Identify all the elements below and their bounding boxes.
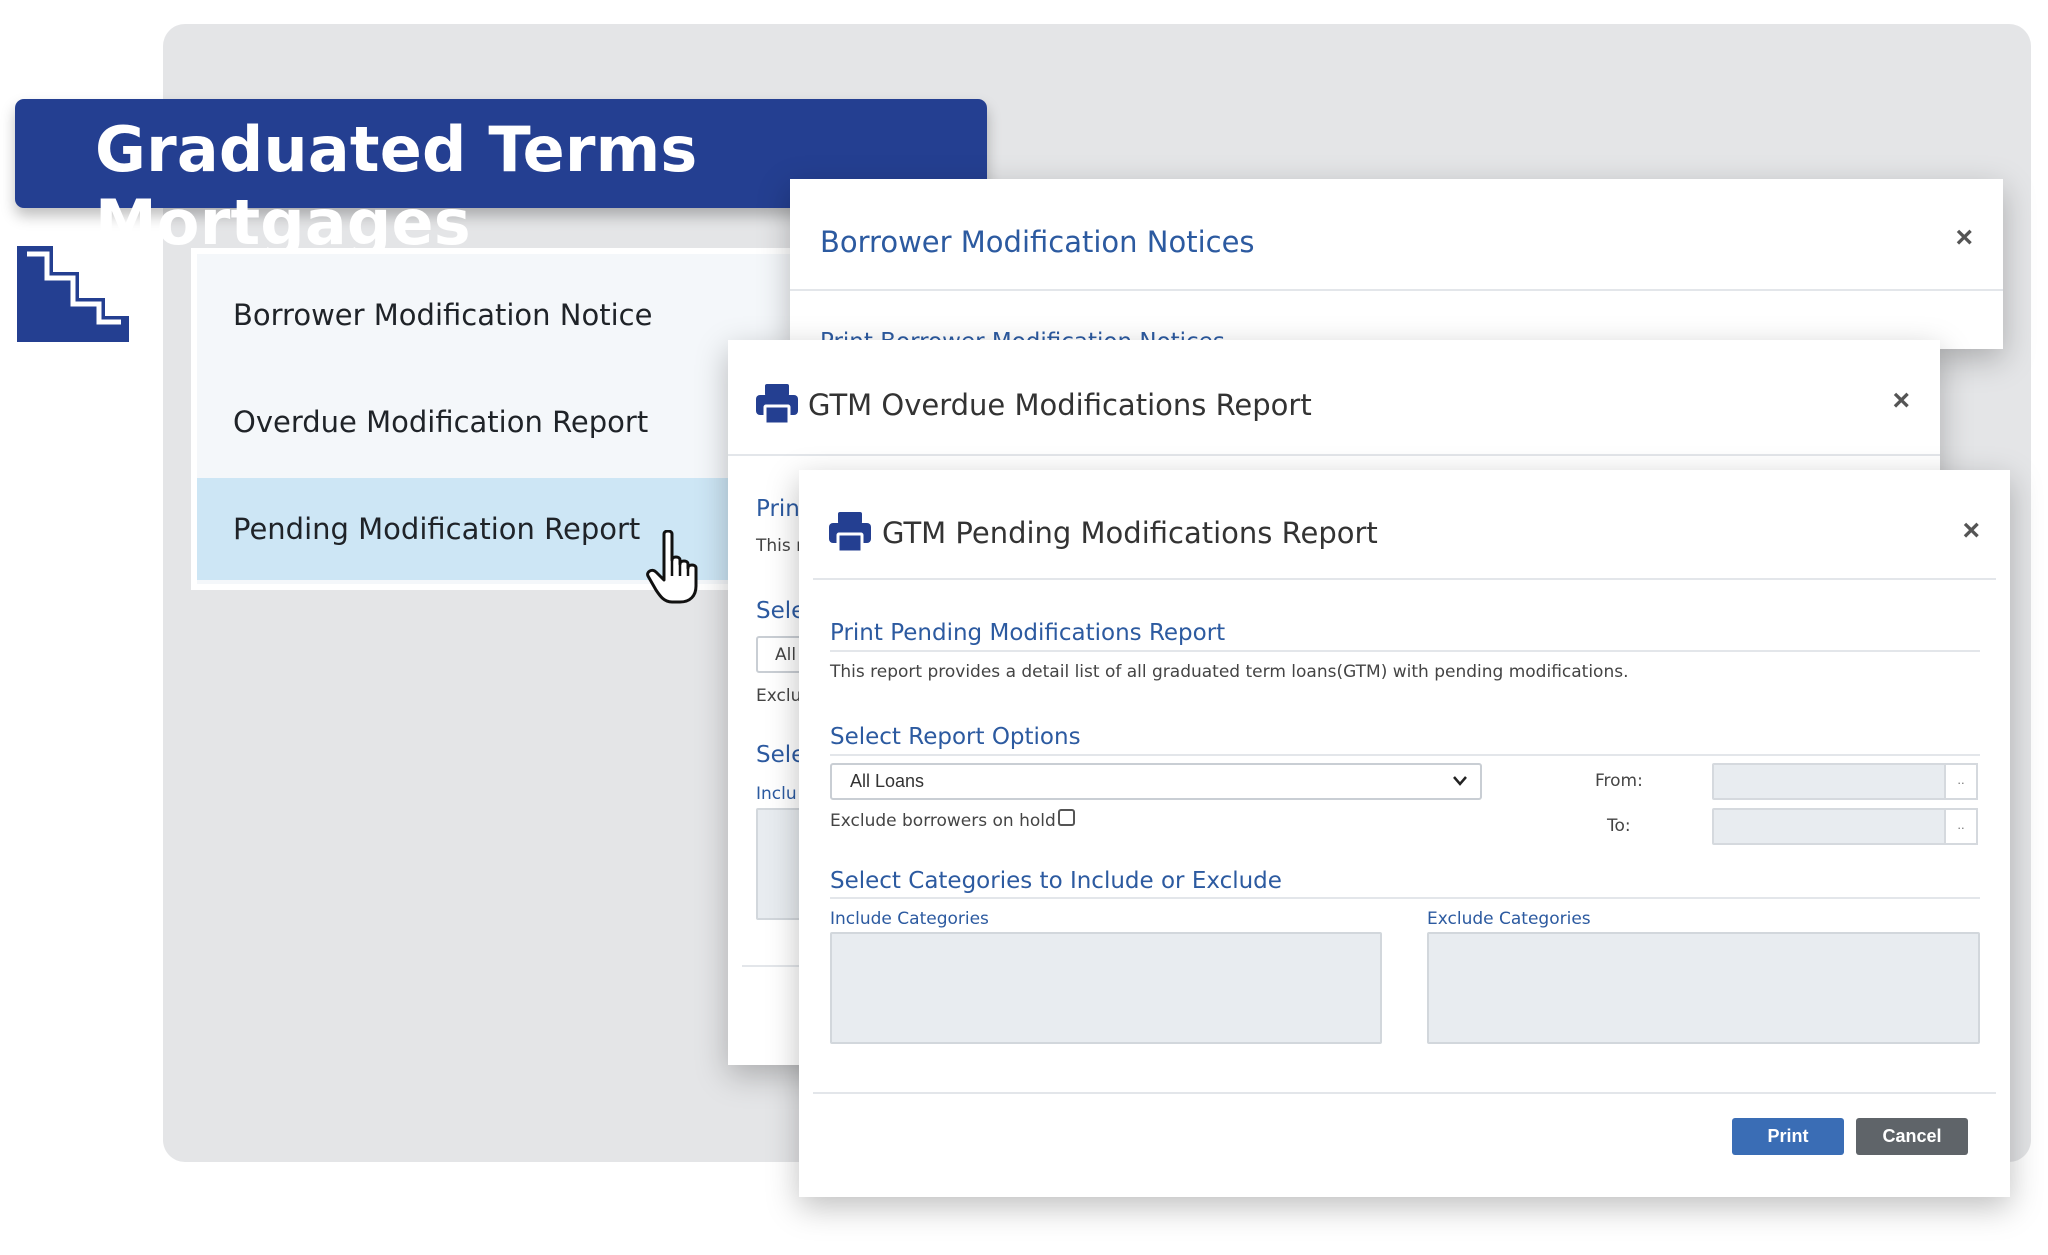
header-divider (813, 578, 1996, 580)
gtm-pending-modifications-dialog: GTM Pending Modifications Report × Print… (799, 470, 2010, 1197)
menu-item-pending-modification-report[interactable]: Pending Modification Report (197, 478, 805, 580)
section-divider (830, 650, 1980, 652)
description-fragment: This r (756, 536, 804, 556)
report-menu: Borrower Modification Notice Overdue Mod… (191, 248, 811, 590)
dialog-header: GTM Overdue Modifications Report × (728, 340, 1940, 456)
cancel-button[interactable]: Cancel (1856, 1118, 1968, 1155)
stairs-icon (17, 246, 129, 342)
select-value: All Loans (850, 771, 925, 791)
printer-icon (756, 384, 798, 424)
footer-divider (742, 965, 802, 967)
exclude-label-fragment: Exclu (756, 686, 802, 706)
include-label-fragment: Inclu (756, 784, 797, 804)
dialog-header: GTM Pending Modifications Report × (799, 470, 2010, 580)
include-categories-label: Include Categories (830, 909, 989, 929)
chevron-down-icon (1453, 776, 1467, 786)
print-heading-fragment: Prin (756, 496, 800, 522)
to-date-input[interactable] (1712, 808, 1946, 845)
section-divider (830, 754, 1980, 756)
menu-item-overdue-modification-report[interactable]: Overdue Modification Report (197, 371, 805, 473)
dialog-title: Borrower Modification Notices (820, 225, 1255, 259)
borrower-modification-notices-dialog: Borrower Modification Notices × Print Bo… (790, 179, 2003, 349)
to-label: To: (1607, 816, 1631, 836)
dialog-title: GTM Pending Modifications Report (882, 516, 1378, 550)
footer-divider (813, 1092, 1996, 1094)
options-heading-fragment: Sele (756, 598, 806, 624)
categories-heading-fragment: Sele (756, 742, 806, 768)
menu-item-borrower-modification-notice[interactable]: Borrower Modification Notice (197, 264, 805, 366)
categories-heading: Select Categories to Include or Exclude (830, 868, 1282, 894)
select-value-fragment: All (775, 645, 797, 665)
exclude-hold-label: Exclude borrowers on hold (830, 811, 1056, 831)
exclude-categories-label: Exclude Categories (1427, 909, 1591, 929)
menu-item-label: Borrower Modification Notice (233, 298, 653, 332)
loan-type-select[interactable]: All Loans (830, 763, 1482, 800)
exclude-categories-list[interactable] (1427, 932, 1980, 1044)
close-icon[interactable]: × (1892, 384, 1910, 418)
print-heading: Print Pending Modifications Report (830, 620, 1226, 646)
dialog-title: GTM Overdue Modifications Report (808, 388, 1312, 422)
section-divider (830, 897, 1980, 899)
from-date-picker-button[interactable]: .. (1944, 763, 1978, 800)
exclude-hold-checkbox[interactable] (1058, 809, 1075, 826)
dialog-header: Borrower Modification Notices × (790, 179, 2003, 291)
include-categories-list[interactable] (830, 932, 1382, 1044)
report-description: This report provides a detail list of al… (830, 662, 1629, 682)
hand-cursor-icon (646, 530, 698, 604)
close-icon[interactable]: × (1955, 221, 1973, 255)
menu-item-label: Overdue Modification Report (233, 405, 649, 439)
from-date-input[interactable] (1712, 763, 1946, 800)
close-icon[interactable]: × (1962, 514, 1980, 548)
printer-icon (829, 512, 871, 552)
to-date-picker-button[interactable]: .. (1944, 808, 1978, 845)
print-button[interactable]: Print (1732, 1118, 1844, 1155)
menu-item-label: Pending Modification Report (233, 512, 641, 546)
options-heading: Select Report Options (830, 724, 1081, 750)
from-label: From: (1595, 771, 1643, 791)
